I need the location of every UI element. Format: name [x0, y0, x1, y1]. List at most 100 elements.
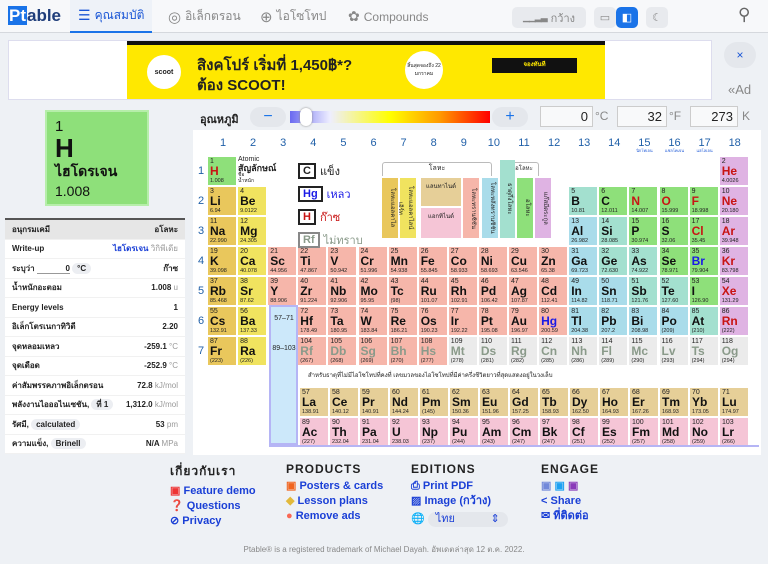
element-fl[interactable]: 114 Fl (289) [599, 337, 628, 365]
element-hs[interactable]: 108 Hs (277) [418, 337, 447, 365]
element-mg[interactable]: 12 Mg 24.305 [238, 217, 267, 245]
tab-properties[interactable]: ☰ คุณสมบัติ [70, 0, 153, 33]
twitter-icon[interactable]: ▣ [554, 480, 564, 492]
element-fe[interactable]: 26 Fe 55.845 [418, 247, 447, 275]
element-os[interactable]: 76 Os 190.23 [418, 307, 447, 335]
kelvin-input[interactable]: 273 [690, 106, 738, 127]
element-ir[interactable]: 77 Ir 192.22 [448, 307, 477, 335]
period-number[interactable]: 5 [198, 285, 204, 297]
element-sb[interactable]: 51 Sb 121.76 [629, 277, 658, 305]
element-bh[interactable]: 107 Bh (270) [388, 337, 417, 365]
element-pt[interactable]: 78 Pt 195.08 [478, 307, 507, 335]
element-rh[interactable]: 45 Rh 102.91 [448, 277, 477, 305]
discord-icon[interactable]: ▣ [541, 480, 551, 492]
lesson-plans-link[interactable]: ◆ Lesson plans [286, 494, 383, 509]
group-number[interactable]: 8 [419, 137, 449, 149]
element-be[interactable]: 4 Be 9.0122 [238, 187, 267, 215]
category-legend-item[interactable]: ธาตุกึ่งโลหะ [500, 160, 515, 238]
remove-ads-link[interactable]: ● Remove ads [286, 509, 383, 524]
tab-isotopes[interactable]: ⊕ ไอโซโทป [252, 0, 334, 33]
element-ca[interactable]: 20 Ca 40.078 [238, 247, 267, 275]
questions-link[interactable]: ❓ Questions [170, 499, 256, 514]
element-hf[interactable]: 72 Hf 178.49 [298, 307, 327, 335]
temperature-slider-thumb[interactable] [300, 108, 312, 126]
group-number[interactable]: 16 แชลโคเจน [660, 137, 690, 153]
lanthanide-range[interactable]: 57–71 [271, 315, 297, 322]
tab-compounds[interactable]: ✿ Compounds [340, 0, 436, 33]
element-tl[interactable]: 81 Tl 204.38 [569, 307, 598, 335]
close-ad-button[interactable]: × [724, 42, 756, 68]
element-c[interactable]: 6 C 12.011 [599, 187, 628, 215]
element-se[interactable]: 34 Se 78.971 [659, 247, 688, 275]
element-cn[interactable]: 112 Cn (285) [539, 337, 568, 365]
element-pd[interactable]: 46 Pd 106.42 [478, 277, 507, 305]
element-tc[interactable]: 43 Tc (98) [388, 277, 417, 305]
share-link[interactable]: < Share [541, 494, 599, 509]
radius-select[interactable]: calculated [31, 418, 81, 430]
element-ne[interactable]: 10 Ne 20.180 [719, 187, 748, 215]
group-number[interactable]: 7 [389, 137, 419, 149]
element-zn[interactable]: 30 Zn 65.38 [539, 247, 568, 275]
element-al[interactable]: 13 Al 26.982 [569, 217, 598, 245]
print-pdf-link[interactable]: ⎙ Print PDF [411, 479, 508, 494]
period-number[interactable]: 1 [198, 165, 204, 177]
element-og[interactable]: 118 Og (294) [719, 337, 748, 365]
element-ni[interactable]: 28 Ni 58.693 [478, 247, 507, 275]
element-hg[interactable]: 80 Hg 200.59 [539, 307, 568, 335]
category-legend-item[interactable]: แก๊สมีตระกูล [535, 178, 551, 238]
instagram-icon[interactable]: ▣ [568, 480, 578, 492]
element-cl[interactable]: 17 Cl 35.45 [689, 217, 718, 245]
element-sg[interactable]: 106 Sg (269) [358, 337, 387, 365]
contact-link[interactable]: ✉ ที่ติดต่อ [541, 509, 599, 524]
category-legend-item[interactable]: แลนทาไนด์ [421, 178, 461, 206]
group-number[interactable]: 18 [720, 137, 750, 149]
privacy-link[interactable]: ⊘ Privacy [170, 514, 256, 529]
temperature-increase-button[interactable]: + [492, 107, 528, 127]
wide-layout-button[interactable]: ▁▁▂▃ กว้าง [512, 7, 586, 28]
element-au[interactable]: 79 Au 196.97 [509, 307, 537, 335]
element-ba[interactable]: 56 Ba 137.33 [238, 307, 267, 335]
state-legend-3[interactable]: Rf ไม่ทราบ [298, 231, 363, 249]
element-cu[interactable]: 29 Cu 63.546 [509, 247, 537, 275]
element-k[interactable]: 19 K 39.098 [208, 247, 236, 275]
element-re[interactable]: 75 Re 186.21 [388, 307, 417, 335]
element-rg[interactable]: 111 Rg (282) [509, 337, 537, 365]
search-icon[interactable]: ⚲ [738, 5, 750, 25]
element-ts[interactable]: 117 Ts (294) [689, 337, 718, 365]
period-number[interactable]: 3 [198, 225, 204, 237]
element-fr[interactable]: 87 Fr (223) [208, 337, 236, 365]
element-kr[interactable]: 36 Kr 83.798 [719, 247, 748, 275]
element-f[interactable]: 9 F 18.998 [689, 187, 718, 215]
group-number[interactable]: 3 [268, 137, 298, 149]
element-zr[interactable]: 40 Zr 91.224 [298, 277, 327, 305]
element-ga[interactable]: 31 Ga 69.723 [569, 247, 598, 275]
element-h[interactable]: 1 H 1.008 [208, 157, 236, 185]
element-sn[interactable]: 50 Sn 118.71 [599, 277, 628, 305]
temperature-decrease-button[interactable]: − [250, 107, 286, 127]
group-number[interactable]: 1 [208, 137, 238, 149]
group-number[interactable]: 13 [569, 137, 599, 149]
group-number[interactable]: 5 [328, 137, 358, 149]
period-number[interactable]: 2 [198, 195, 204, 207]
element-sr[interactable]: 38 Sr 87.62 [238, 277, 267, 305]
group-number[interactable]: 6 [359, 137, 389, 149]
element-o[interactable]: 8 O 15.999 [659, 187, 688, 215]
category-legend-item[interactable]: แอกทิไนด์ [421, 208, 461, 238]
element-p[interactable]: 15 P 30.974 [629, 217, 658, 245]
element-ar[interactable]: 18 Ar 39.948 [719, 217, 748, 245]
period-number[interactable]: 4 [198, 255, 204, 267]
layout-compact-button[interactable]: ▭ [594, 7, 616, 28]
element-xe[interactable]: 54 Xe 131.29 [719, 277, 748, 305]
element-li[interactable]: 3 Li 6.94 [208, 187, 236, 215]
fahrenheit-input[interactable]: 32 [617, 106, 667, 127]
dark-mode-button[interactable]: ☾ [646, 7, 668, 28]
group-number[interactable]: 2 [238, 137, 268, 149]
element-mn[interactable]: 25 Mn 54.938 [388, 247, 417, 275]
element-mt[interactable]: 109 Mt (278) [448, 337, 477, 365]
hardness-select[interactable]: Brinell [50, 438, 86, 450]
element-in[interactable]: 49 In 114.82 [569, 277, 598, 305]
ptable-logo[interactable]: Ptable [8, 6, 61, 26]
ad-banner[interactable]: scoot สิงคโปร์ เริ่มที่ 1,450฿*? ต้อง SC… [127, 41, 605, 99]
element-mc[interactable]: 115 Mc (290) [629, 337, 658, 365]
element-br[interactable]: 35 Br 79.904 [689, 247, 718, 275]
